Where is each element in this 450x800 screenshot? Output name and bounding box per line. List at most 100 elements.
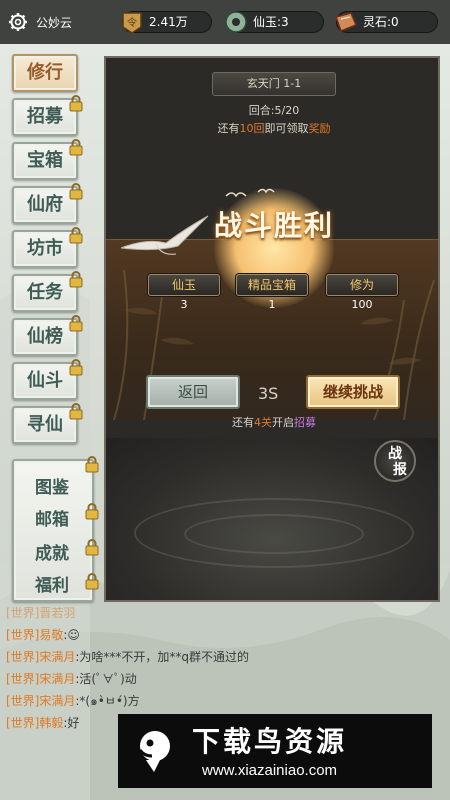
back-button[interactable]: 返回 — [146, 375, 240, 409]
watermark-url: www.xiazainiao.com — [202, 762, 338, 779]
menu-label: 仙府 — [27, 194, 63, 215]
reward-value: 3 — [180, 298, 188, 311]
reward-value: 100 — [351, 298, 373, 311]
round-reward-tip: 还有10回即可领取奖励 — [106, 120, 438, 136]
tip-text: 开启 — [272, 416, 294, 429]
lock-icon — [69, 95, 83, 112]
report-label: 战 — [388, 446, 402, 462]
chat-channel: [世界] — [6, 606, 40, 620]
tip-highlight: 4关 — [254, 416, 272, 429]
side-menu-group: 图鉴 邮箱 成就 福利 — [12, 456, 99, 602]
jade-icon — [225, 11, 247, 33]
round-counter: 回合:5/20 — [248, 104, 300, 117]
menu-label: 宝箱 — [27, 150, 63, 171]
lock-icon — [69, 227, 83, 244]
chat-message: [世界]晋若羽 — [6, 604, 75, 621]
menu-label: 成就 — [35, 544, 69, 564]
menu-mansion-button[interactable]: 仙府 — [12, 183, 83, 224]
menu-task-button[interactable]: 任务 — [12, 271, 83, 312]
spirit-stone-resource[interactable]: 灵石:0 — [335, 11, 438, 33]
chat-sender[interactable]: 宋满月 — [39, 650, 75, 664]
spirit-stone-value: 灵石:0 — [363, 15, 399, 29]
chat-sender[interactable]: 晋若羽 — [39, 606, 75, 620]
bird-logo-icon — [138, 731, 170, 772]
lock-icon — [69, 359, 83, 376]
spirit-stone-icon — [335, 12, 357, 32]
tip-highlight: 10回 — [239, 122, 265, 135]
reward-value: 1 — [268, 298, 276, 311]
victory-title: 战斗胜利 — [213, 209, 334, 242]
menu-market-button[interactable]: 坊市 — [12, 227, 83, 268]
chat-sender[interactable]: 韩毅 — [39, 716, 63, 730]
username: 公妙云 — [36, 16, 73, 30]
tip-text: 还有 — [232, 416, 254, 429]
reward-label: 仙玉 — [148, 274, 220, 296]
jade-resource[interactable]: 仙玉:3 — [225, 11, 324, 33]
menu-mailbox-button[interactable]: 邮箱 — [14, 505, 90, 530]
tip-text: 还有 — [217, 122, 240, 135]
report-label: 报 — [393, 462, 407, 478]
menu-label: 福利 — [35, 576, 69, 596]
birds-icon — [225, 188, 275, 198]
chat-channel: [世界] — [6, 716, 40, 730]
reward-item-jade: 仙玉 3 — [148, 274, 220, 311]
battle-panel: 玄天门 1-1 回合:5/20 还有10回即可领取奖励 战斗胜利 仙玉 3 精品… — [104, 56, 440, 602]
lock-icon — [69, 315, 83, 332]
chat-channel: [世界] — [6, 628, 40, 642]
lock-icon — [69, 271, 83, 288]
chat-channel: [世界] — [6, 672, 40, 686]
chat-sender[interactable]: 宋满月 — [39, 694, 75, 708]
menu-label: 邮箱 — [35, 510, 69, 530]
menu-label: 坊市 — [27, 238, 63, 259]
continue-challenge-button[interactable]: 继续挑战 — [306, 375, 400, 409]
menu-recruit-button[interactable]: 招募 — [12, 95, 83, 136]
jade-value: 仙玉:3 — [253, 15, 289, 29]
lock-icon — [69, 403, 83, 420]
token-resource[interactable]: 令 2.41万 — [122, 11, 212, 34]
reward-item-chest: 精品宝箱 1 — [236, 274, 308, 311]
unlock-tip: 还有4关开启招募 — [106, 414, 438, 430]
lock-icon — [85, 573, 99, 590]
menu-cultivate-button[interactable]: 修行 — [12, 54, 78, 92]
menu-duel-button[interactable]: 仙斗 — [12, 359, 83, 400]
chat-text: :好 — [63, 716, 80, 730]
arena-ring — [184, 514, 364, 554]
lock-icon — [85, 503, 99, 520]
svg-text:令: 令 — [127, 16, 137, 29]
tip-highlight: 奖励 — [308, 122, 331, 135]
lock-icon — [85, 539, 99, 556]
watermark-banner: 下载鸟资源 www.xiazainiao.com — [118, 714, 432, 788]
tip-text: 即可领取 — [264, 122, 309, 135]
reward-label: 修为 — [326, 274, 398, 296]
chat-message: [世界]宋满月:*(๑•̀ㅂ•́)方 — [6, 692, 140, 711]
reward-item-cultivation: 修为 100 — [326, 274, 398, 311]
menu-chest-button[interactable]: 宝箱 — [12, 139, 83, 180]
menu-achievement-button[interactable]: 成就 — [14, 539, 90, 564]
chat-message: [世界]韩毅:好 — [6, 714, 79, 731]
lock-icon — [69, 139, 83, 156]
lock-icon — [69, 183, 83, 200]
top-bar: 公妙云 令 2.41万 仙玉:3 灵石:0 — [0, 0, 450, 44]
token-value: 2.41万 — [149, 15, 188, 29]
lock-icon — [85, 456, 99, 473]
reward-label: 精品宝箱 — [236, 274, 308, 296]
chat-text: :*(๑•̀ㅂ•́)方 — [75, 694, 140, 708]
menu-label: 寻仙 — [27, 414, 63, 435]
menu-ranking-button[interactable]: 仙榜 — [12, 315, 83, 356]
menu-seek-button[interactable]: 寻仙 — [12, 403, 83, 444]
menu-label: 任务 — [27, 282, 63, 303]
chat-sender[interactable]: 宋满月 — [39, 672, 75, 686]
stage-title: 玄天门 1-1 — [212, 72, 336, 96]
menu-welfare-button[interactable]: 福利 — [14, 571, 90, 596]
countdown-timer: 3S — [258, 384, 279, 403]
menu-label: 招募 — [27, 106, 63, 127]
recruit-link[interactable]: 招募 — [294, 416, 316, 429]
chat-text: :☺ — [63, 628, 80, 642]
menu-label: 仙斗 — [27, 370, 63, 391]
chat-channel: [世界] — [6, 650, 40, 664]
settings-gear-icon[interactable] — [8, 12, 28, 32]
battle-report-button[interactable]: 战 报 — [374, 440, 416, 482]
menu-codex-button[interactable]: 图鉴 — [14, 473, 90, 498]
menu-label: 修行 — [27, 62, 63, 83]
chat-sender[interactable]: 易敬 — [39, 628, 63, 642]
